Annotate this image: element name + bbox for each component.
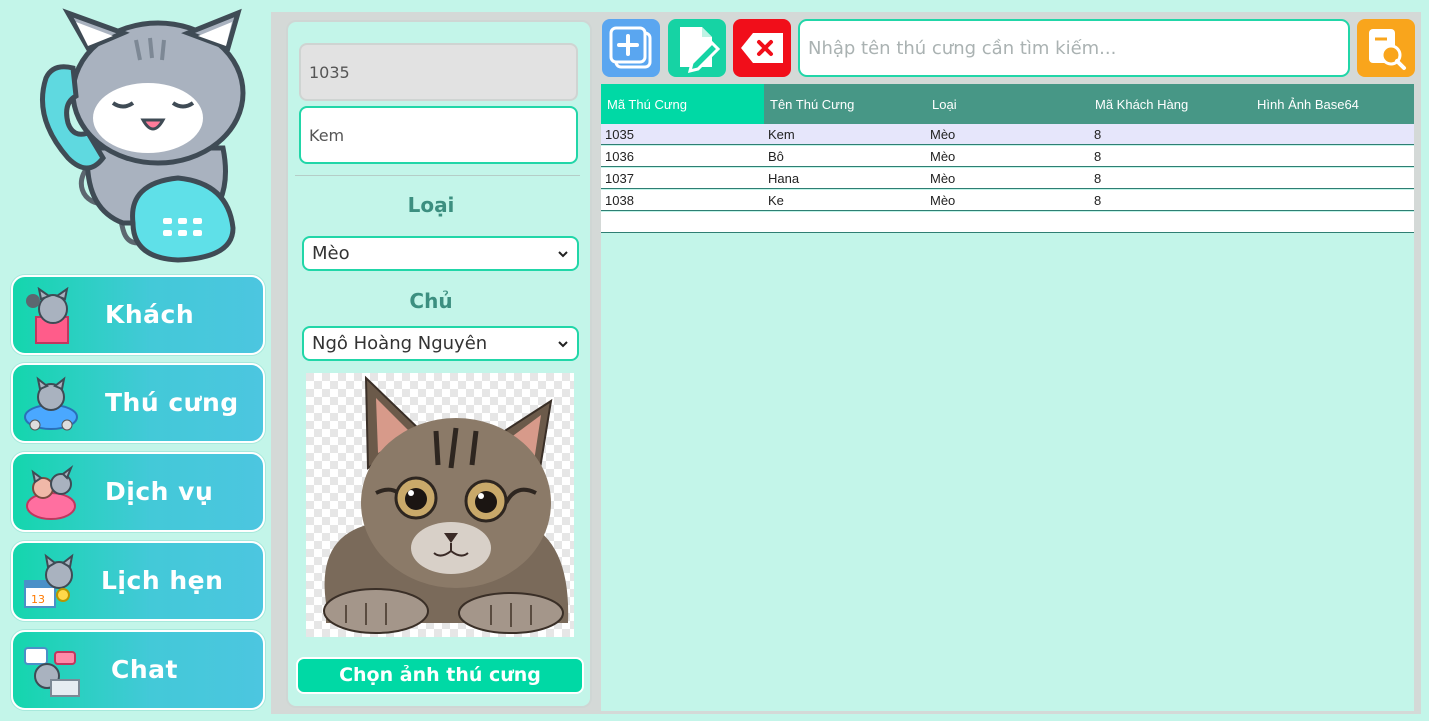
pet-id-field[interactable] [299, 43, 578, 101]
sidebar-item-chat[interactable]: Chat [11, 630, 265, 710]
sidebar-item-appointments[interactable]: 13 Lịch hẹn [11, 541, 265, 621]
cell-pet-id: 1038 [605, 193, 634, 208]
pets-table: Mã Thú Cưng Tên Thú Cưng Loại Mã Khách H… [601, 84, 1414, 711]
owner-select[interactable]: Ngô Hoàng Nguyên [302, 326, 579, 361]
cell-pet-name: Kem [768, 127, 795, 142]
sidebar-item-label: Dịch vụ [105, 477, 214, 506]
cell-type: Mèo [930, 149, 956, 164]
cell-customer-id: 8 [1094, 149, 1102, 164]
svg-text:13: 13 [31, 593, 45, 606]
add-button[interactable] [602, 19, 660, 77]
pet-photo [306, 373, 574, 637]
cell-pet-id: 1037 [605, 171, 634, 186]
sidebar-item-label: Khách hàng [105, 300, 195, 405]
chevron-down-icon [558, 341, 568, 348]
cat-shopping-icon [26, 287, 69, 344]
choose-photo-button[interactable]: Chọn ảnh thú cưng [296, 657, 584, 694]
cell-customer-id: 8 [1094, 171, 1102, 186]
owner-label: Chủ [409, 289, 453, 313]
cell-pet-id: 1035 [605, 127, 634, 142]
cell-type: Mèo [930, 127, 956, 142]
cat-car-icon [24, 376, 78, 431]
search-icon [1369, 29, 1406, 70]
cat-phone-mascot [40, 8, 246, 263]
col-header-customer-id[interactable]: Mã Khách Hàng [1095, 84, 1188, 126]
form-divider [295, 175, 580, 176]
cell-pet-id: 1036 [605, 149, 634, 164]
sidebar-item-services[interactable]: Dịch vụ [11, 452, 265, 532]
search-input[interactable] [798, 19, 1350, 77]
table-row[interactable]: 1035 Kem Mèo 8 [601, 124, 1414, 145]
search-button[interactable] [1357, 19, 1415, 77]
table-header: Mã Thú Cưng Tên Thú Cưng Loại Mã Khách H… [601, 84, 1414, 124]
cell-type: Mèo [930, 171, 956, 186]
delete-button[interactable] [733, 19, 791, 77]
type-label: Loại [407, 193, 455, 217]
edit-icon [680, 27, 721, 74]
cell-pet-name: Bô [768, 149, 784, 164]
chevron-down-icon [558, 251, 568, 258]
table-row[interactable]: 1037 Hana Mèo 8 [601, 168, 1414, 189]
backspace-delete-icon [741, 33, 783, 63]
table-row[interactable]: 1038 Ke Mèo 8 [601, 190, 1414, 211]
owner-select-value: Ngô Hoàng Nguyên [312, 333, 488, 354]
edit-button[interactable] [668, 19, 726, 77]
table-row[interactable]: 1036 Bô Mèo 8 [601, 146, 1414, 167]
sidebar-item-label: Chat [111, 655, 178, 684]
type-select[interactable]: Mèo [302, 236, 579, 271]
cell-customer-id: 8 [1094, 193, 1102, 208]
col-header-pet-name[interactable]: Tên Thú Cưng [770, 84, 854, 126]
cats-basket-icon [26, 465, 76, 520]
cat-laptop-icon [24, 647, 80, 697]
sidebar-item-label: Lịch hẹn [101, 566, 224, 595]
add-icon [609, 26, 652, 69]
col-header-image-base64[interactable]: Hình Ảnh Base64 [1257, 84, 1359, 126]
type-select-value: Mèo [312, 243, 350, 264]
sidebar-item-customers[interactable]: Khách hàng [11, 275, 265, 405]
col-header-pet-id[interactable]: Mã Thú Cưng [607, 84, 687, 126]
sidebar-item-label: Thú cưng [105, 388, 239, 417]
cell-type: Mèo [930, 193, 956, 208]
cat-calendar-icon: 13 [24, 553, 74, 608]
cell-pet-name: Ke [768, 193, 784, 208]
table-row-empty[interactable] [601, 212, 1414, 233]
sidebar-item-pets[interactable]: Thú cưng [11, 363, 265, 443]
cell-pet-name: Hana [768, 171, 800, 186]
cell-customer-id: 8 [1094, 127, 1102, 142]
pet-name-field[interactable] [299, 106, 578, 164]
col-header-type[interactable]: Loại [932, 84, 957, 126]
